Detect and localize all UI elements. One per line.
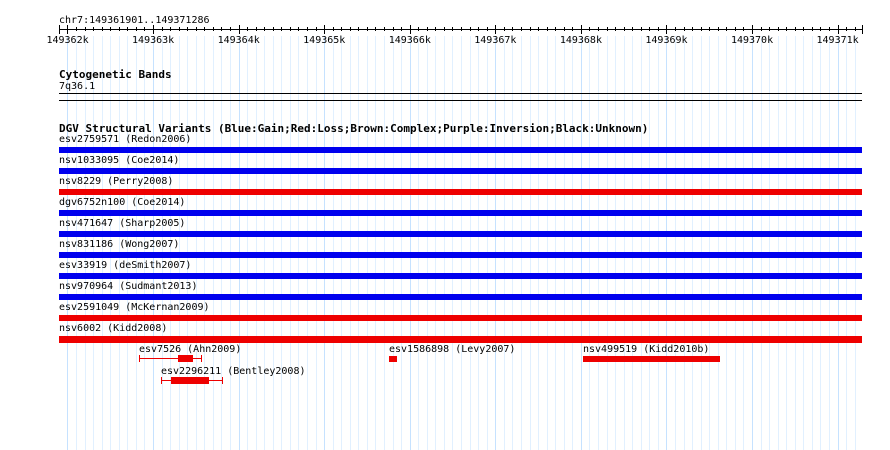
dgv-track-label[interactable]: esv2591049 (McKernan2009)	[59, 302, 210, 314]
dgv-track-label[interactable]: nsv970964 (Sudmant2013)	[59, 281, 197, 293]
dgv-track-bar[interactable]	[59, 252, 862, 258]
ruler-tick-label: 149364k	[217, 35, 260, 46]
ruler-location-label: chr7:149361901..149371286	[59, 15, 210, 26]
feature-bar-esv7526[interactable]	[178, 355, 193, 362]
ruler-tick-label: 149370k	[730, 35, 774, 46]
dgv-track-separator	[59, 342, 862, 343]
dgv-track-label[interactable]: esv2759571 (Redon2006)	[59, 134, 191, 146]
feature-tick-esv7526-left	[139, 355, 140, 362]
dgv-track-bar[interactable]	[59, 294, 862, 300]
feature-label-esv1586898[interactable]: esv1586898 (Levy2007)	[389, 344, 515, 356]
cytoband-line-bottom	[59, 100, 862, 101]
feature-bar-esv2296211[interactable]	[171, 377, 209, 384]
ruler-tick-label: 149368k	[559, 35, 602, 46]
dgv-track-bar[interactable]	[59, 210, 862, 216]
feature-tick-esv2296211-right	[222, 377, 223, 384]
dgv-track-bar[interactable]	[59, 147, 862, 153]
cytoband-label: 7q36.1	[59, 81, 96, 92]
dgv-track-bar[interactable]	[59, 273, 862, 279]
feature-tick-esv7526-right	[201, 355, 202, 362]
ruler-tick-label: 149365k	[303, 35, 346, 46]
feature-tick-esv2296211-left	[161, 377, 162, 384]
feature-bar-esv1586898[interactable]	[389, 356, 397, 362]
dgv-track-label[interactable]: nsv1033095 (Coe2014)	[59, 155, 179, 167]
cytoband-track-title: Cytogenetic Bands	[59, 68, 172, 81]
dgv-track-bar[interactable]	[59, 168, 862, 174]
cytoband-line-top	[59, 93, 862, 94]
ruler-tick-label: 149369k	[645, 35, 688, 46]
ruler-tick-label: 149363k	[132, 35, 175, 46]
feature-bar-nsv499519[interactable]	[583, 356, 720, 362]
ruler-tick-label: 149366k	[388, 35, 431, 46]
dgv-track-bar[interactable]	[59, 189, 862, 195]
dgv-track-label[interactable]: nsv8229 (Perry2008)	[59, 176, 173, 188]
ruler-tick-label: 149362k	[46, 35, 89, 46]
feature-label-nsv499519[interactable]: nsv499519 (Kidd2010b)	[583, 344, 709, 356]
dgv-track-bar[interactable]	[59, 315, 862, 321]
dgv-track-label[interactable]: dgv6752n100 (Coe2014)	[59, 197, 185, 209]
dgv-track-label[interactable]: nsv6002 (Kidd2008)	[59, 323, 167, 335]
dgv-track-label[interactable]: nsv831186 (Wong2007)	[59, 239, 179, 251]
ruler-tick-label: 149367k	[474, 35, 517, 46]
dgv-track-label[interactable]: nsv471647 (Sharp2005)	[59, 218, 185, 230]
dgv-track-label[interactable]: esv33919 (deSmith2007)	[59, 260, 191, 272]
dgv-track-bar[interactable]	[59, 231, 862, 237]
ruler-tick-label: 149371k	[816, 35, 859, 46]
